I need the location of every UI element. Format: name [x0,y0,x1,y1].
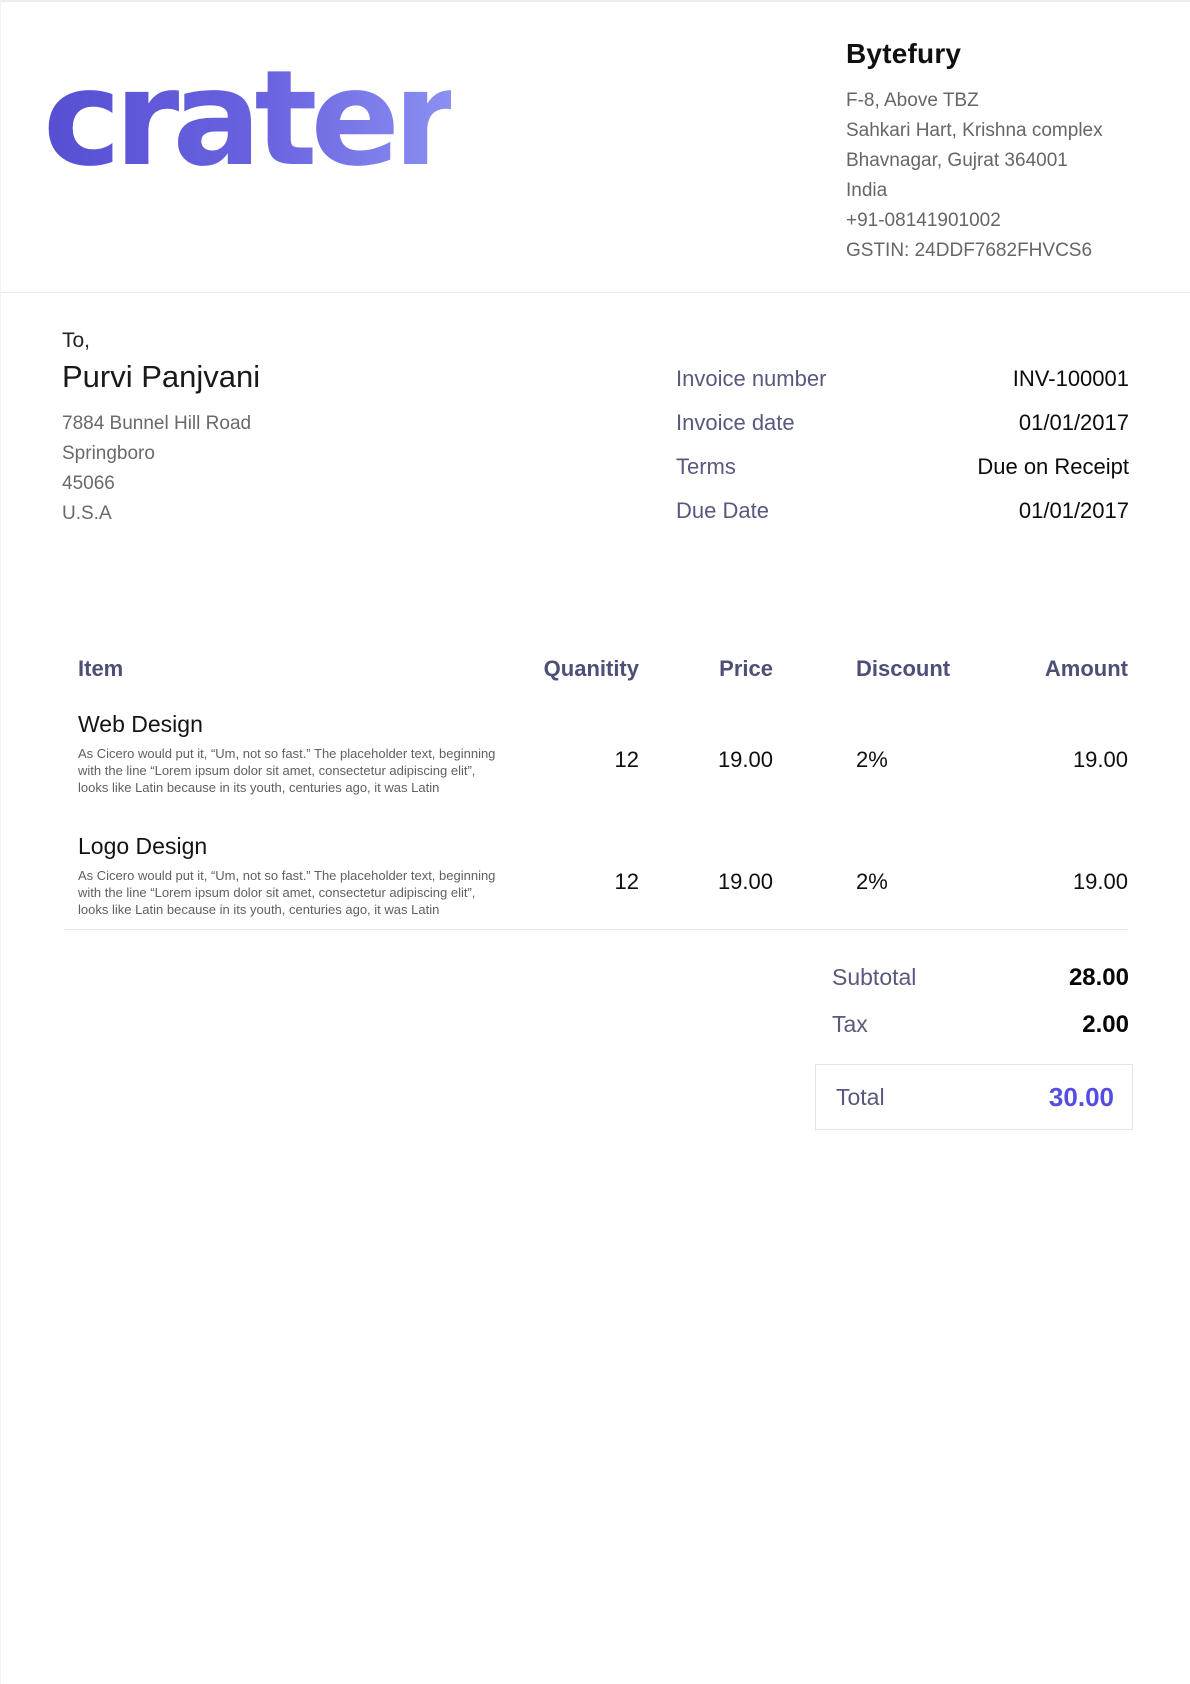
item-cell: Web Design As Cicero would put it, “Um, … [64,710,504,796]
invoice-number-row: Invoice number INV-100001 [676,364,1129,394]
column-header-item: Item [64,654,504,684]
customer-address-line: 7884 Bunnel Hill Road [62,409,482,439]
item-name: Web Design [78,710,504,738]
terms-row: Terms Due on Receipt [676,452,1129,482]
invoice-date-label: Invoice date [676,408,795,438]
column-spacer [773,654,856,684]
grand-total-box: Total 30.00 [815,1064,1133,1130]
tax-row: Tax 2.00 [832,1009,1129,1040]
total-value: 30.00 [1049,1082,1114,1113]
customer-address-line: Springboro [62,439,482,469]
company-phone: +91-08141901002 [846,206,1156,236]
item-amount: 19.00 [971,832,1128,918]
item-price: 19.00 [639,832,773,918]
item-cell: Logo Design As Cicero would put it, “Um,… [64,832,504,918]
invoice-page: crater Bytefury F-8, Above TBZ Sahkari H… [0,0,1190,1684]
cell-spacer [773,832,856,918]
due-date-row: Due Date 01/01/2017 [676,496,1129,526]
company-address-line: India [846,176,1156,206]
item-price: 19.00 [639,710,773,796]
items-table-header: Item Quanitity Price Discount Amount [64,654,1128,684]
customer-address-line: U.S.A [62,499,482,529]
customer-name: Purvi Panjvani [62,359,482,395]
subtotal-label: Subtotal [832,962,916,992]
invoice-number-label: Invoice number [676,364,826,394]
tax-value: 2.00 [1082,1010,1129,1040]
bill-to-label: To, [62,329,482,353]
invoice-meta: Invoice number INV-100001 Invoice date 0… [676,364,1129,540]
bill-to-section: To, Purvi Panjvani 7884 Bunnel Hill Road… [62,329,482,529]
total-label: Total [836,1084,885,1111]
tax-label: Tax [832,1009,868,1039]
item-amount: 19.00 [971,710,1128,796]
customer-address-line: 45066 [62,469,482,499]
column-header-quantity: Quanitity [504,654,639,684]
company-address-line: F-8, Above TBZ [846,86,1156,116]
item-quantity: 12 [504,832,639,918]
cell-spacer [773,710,856,796]
table-row: Web Design As Cicero would put it, “Um, … [64,710,1128,796]
invoice-date-value: 01/01/2017 [1019,408,1129,438]
column-header-amount: Amount [971,654,1128,684]
item-description: As Cicero would put it, “Um, not so fast… [78,867,504,918]
due-date-label: Due Date [676,496,769,526]
item-discount: 2% [856,710,971,796]
column-header-discount: Discount [856,654,971,684]
company-name: Bytefury [846,38,1156,70]
company-gstin: GSTIN: 24DDF7682FHVCS6 [846,236,1156,266]
item-discount: 2% [856,832,971,918]
terms-value: Due on Receipt [977,452,1129,482]
invoice-date-row: Invoice date 01/01/2017 [676,408,1129,438]
table-row: Logo Design As Cicero would put it, “Um,… [64,832,1128,918]
item-description: As Cicero would put it, “Um, not so fast… [78,745,504,796]
subtotal-row: Subtotal 28.00 [832,962,1129,993]
column-header-price: Price [639,654,773,684]
items-table: Item Quanitity Price Discount Amount Web… [64,654,1128,930]
company-address-line: Sahkari Hart, Krishna complex [846,116,1156,146]
item-quantity: 12 [504,710,639,796]
item-name: Logo Design [78,832,504,860]
invoice-number-value: INV-100001 [1013,364,1129,394]
subtotal-value: 28.00 [1069,963,1129,993]
company-info: Bytefury F-8, Above TBZ Sahkari Hart, Kr… [846,38,1156,266]
totals-summary: Subtotal 28.00 Tax 2.00 [832,962,1129,1056]
company-address-line: Bhavnagar, Gujrat 364001 [846,146,1156,176]
crater-logo: crater [43,40,451,198]
invoice-header: crater Bytefury F-8, Above TBZ Sahkari H… [1,2,1190,293]
terms-label: Terms [676,452,736,482]
due-date-value: 01/01/2017 [1019,496,1129,526]
